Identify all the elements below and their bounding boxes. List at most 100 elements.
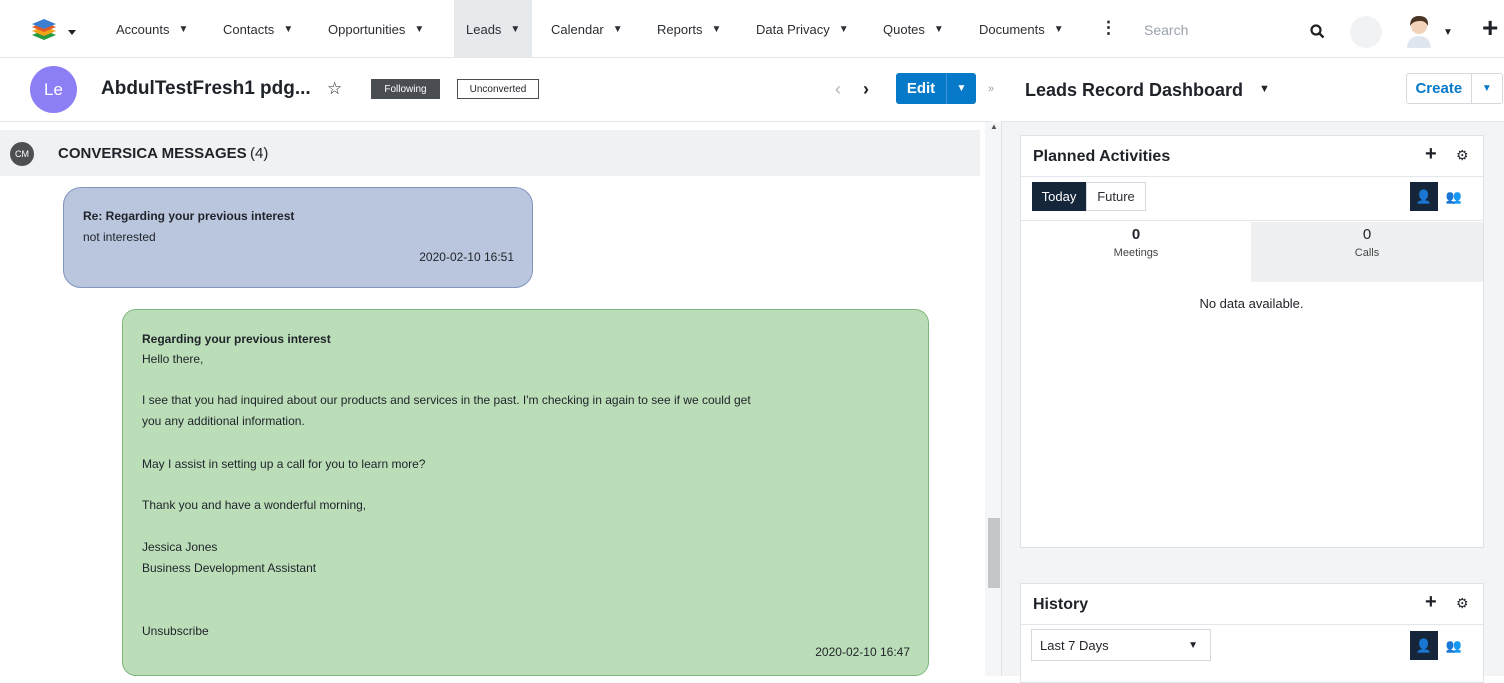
nav-label: Accounts bbox=[116, 21, 170, 37]
scroll-up-arrow-icon[interactable]: ▲ bbox=[990, 122, 998, 131]
dashlet-settings-gear-icon[interactable]: ⚙ bbox=[1456, 147, 1469, 164]
more-menu-icon[interactable]: ⋮ bbox=[1100, 18, 1117, 38]
caret-down-icon: ▼ bbox=[1443, 26, 1453, 38]
favorite-star-icon[interactable]: ☆ bbox=[327, 79, 342, 99]
tab-future[interactable]: Future bbox=[1086, 182, 1146, 211]
create-button[interactable]: Create bbox=[1407, 74, 1471, 103]
divider bbox=[1021, 624, 1483, 625]
edit-actions-dropdown-icon[interactable]: ▼ bbox=[946, 73, 976, 104]
nav-calendar[interactable]: Calendar ▼ bbox=[551, 0, 623, 58]
nav-label: Opportunities bbox=[328, 21, 406, 37]
nav-leads[interactable]: Leads ▼ bbox=[454, 0, 533, 58]
dashlet-title: History bbox=[1033, 596, 1089, 613]
message-subject: Regarding your previous interest bbox=[142, 332, 331, 346]
divider bbox=[1021, 220, 1483, 221]
caret-down-icon: ▼ bbox=[933, 23, 944, 35]
caret-down-icon: ▼ bbox=[838, 23, 849, 35]
record-avatar: Le bbox=[30, 66, 77, 113]
caret-down-icon: ▼ bbox=[612, 23, 623, 35]
message-subject: Re: Regarding your previous interest bbox=[83, 209, 295, 223]
meetings-tab[interactable]: 0 Meetings bbox=[1021, 222, 1251, 282]
caret-down-icon: ▼ bbox=[510, 23, 521, 35]
caret-down-icon: ▼ bbox=[1053, 23, 1064, 35]
create-button-group: Create ▼ bbox=[1406, 73, 1503, 104]
dashlet-settings-gear-icon[interactable]: ⚙ bbox=[1456, 595, 1469, 612]
nav-label: Reports bbox=[657, 21, 703, 37]
message-timestamp: 2020-02-10 16:51 bbox=[419, 250, 514, 264]
history-dashlet: History + ⚙ Last 7 Days ▼ 👤 👥 bbox=[1020, 583, 1484, 683]
inbound-message-bubble: Re: Regarding your previous interest not… bbox=[63, 187, 533, 288]
quick-create-plus-icon[interactable]: + bbox=[1482, 14, 1498, 42]
subpanel-title: CONVERSICA MESSAGES bbox=[58, 145, 247, 162]
meetings-label: Meetings bbox=[1113, 247, 1159, 259]
my-items-user-icon[interactable]: 👤 bbox=[1410, 182, 1438, 211]
nav-contacts[interactable]: Contacts ▼ bbox=[223, 0, 293, 58]
top-navigation-bar: Accounts ▼ Contacts ▼ Opportunities ▼ Leads… bbox=[0, 0, 1504, 58]
user-avatar-icon bbox=[1407, 16, 1431, 48]
my-items-user-icon[interactable]: 👤 bbox=[1410, 631, 1438, 660]
search-icon[interactable] bbox=[1310, 24, 1325, 44]
message-line: Thank you and have a wonderful morning, bbox=[142, 498, 367, 512]
message-line: Hello there, bbox=[142, 352, 204, 366]
nav-label: Quotes bbox=[883, 21, 925, 37]
app-menu-logo-icon[interactable] bbox=[30, 18, 82, 46]
empty-state-text: No data available. bbox=[1199, 296, 1304, 311]
message-body: not interested bbox=[83, 230, 156, 244]
edit-button-group: Edit ▼ bbox=[896, 73, 976, 104]
nav-documents[interactable]: Documents ▼ bbox=[979, 0, 1064, 58]
conversica-module-icon: CM bbox=[10, 142, 34, 166]
group-items-users-icon[interactable]: 👥 bbox=[1440, 182, 1468, 211]
toggle-sidepanel-icon[interactable]: » bbox=[988, 83, 994, 95]
message-line: I see that you had inquired about our pr… bbox=[142, 393, 751, 407]
unsubscribe-link[interactable]: Unsubscribe bbox=[142, 624, 209, 638]
status-badge: Unconverted bbox=[457, 79, 539, 99]
message-line: you any additional information. bbox=[142, 414, 305, 428]
message-timestamp: 2020-02-10 16:47 bbox=[815, 645, 910, 659]
following-badge[interactable]: Following bbox=[371, 79, 440, 99]
tab-today[interactable]: Today bbox=[1032, 182, 1086, 211]
group-items-users-icon[interactable]: 👥 bbox=[1440, 631, 1468, 660]
dashboard-title[interactable]: Leads Record Dashboard bbox=[1025, 80, 1243, 101]
divider bbox=[1021, 176, 1483, 177]
history-range-select[interactable]: Last 7 Days ▼ bbox=[1031, 629, 1211, 661]
caret-down-icon: ▼ bbox=[1188, 639, 1198, 651]
nav-label: Data Privacy bbox=[756, 21, 830, 37]
edit-button[interactable]: Edit bbox=[896, 73, 946, 104]
conversica-subpanel-header[interactable]: CM CONVERSICA MESSAGES (4) bbox=[0, 130, 980, 176]
caret-down-icon: ▼ bbox=[711, 23, 722, 35]
outbound-message-bubble: Regarding your previous interest Hello t… bbox=[122, 309, 929, 676]
select-value: Last 7 Days bbox=[1040, 637, 1109, 653]
nav-opportunities[interactable]: Opportunities ▼ bbox=[328, 0, 424, 58]
nav-label: Documents bbox=[979, 21, 1045, 37]
caret-down-icon: ▼ bbox=[414, 23, 425, 35]
nav-accounts[interactable]: Accounts ▼ bbox=[116, 0, 188, 58]
add-activity-plus-icon[interactable]: + bbox=[1425, 143, 1437, 166]
message-signature-title: Business Development Assistant bbox=[142, 561, 317, 575]
create-dropdown-icon[interactable]: ▼ bbox=[1470, 74, 1502, 103]
dashboard-dropdown-icon[interactable]: ▼ bbox=[1259, 83, 1270, 95]
calls-tab[interactable]: 0 Calls bbox=[1251, 222, 1483, 282]
next-record-chevron-icon[interactable]: › bbox=[863, 79, 869, 100]
nav-label: Calendar bbox=[551, 21, 604, 37]
scrollbar-track[interactable] bbox=[985, 122, 1001, 676]
meetings-count: 0 bbox=[1131, 226, 1141, 243]
nav-reports[interactable]: Reports ▼ bbox=[657, 0, 721, 58]
planned-activities-dashlet: Planned Activities + ⚙ Today Future 👤 👥 … bbox=[1020, 135, 1484, 548]
message-signature-name: Jessica Jones bbox=[142, 540, 218, 554]
add-history-plus-icon[interactable]: + bbox=[1425, 591, 1437, 614]
scrollbar-thumb[interactable] bbox=[988, 518, 1000, 588]
dashlet-title: Planned Activities bbox=[1033, 148, 1171, 165]
previous-record-chevron-icon[interactable]: ‹ bbox=[835, 79, 841, 100]
dashboard-header: Leads Record Dashboard ▼ Create ▼ bbox=[1001, 58, 1504, 122]
nav-label: Contacts bbox=[223, 21, 275, 37]
calls-count: 0 bbox=[1362, 226, 1372, 243]
notifications-icon[interactable] bbox=[1350, 16, 1382, 48]
calls-label: Calls bbox=[1354, 247, 1380, 259]
nav-quotes[interactable]: Quotes ▼ bbox=[883, 0, 944, 58]
message-line: May I assist in setting up a call for yo… bbox=[142, 457, 426, 471]
record-header: Le AbdulTestFresh1 pdg... ☆ Following Un… bbox=[0, 58, 993, 122]
caret-down-icon: ▼ bbox=[283, 23, 294, 35]
nav-label: Leads bbox=[466, 21, 502, 37]
user-menu[interactable]: ▼ bbox=[1405, 14, 1461, 50]
nav-data-privacy[interactable]: Data Privacy ▼ bbox=[756, 0, 849, 58]
